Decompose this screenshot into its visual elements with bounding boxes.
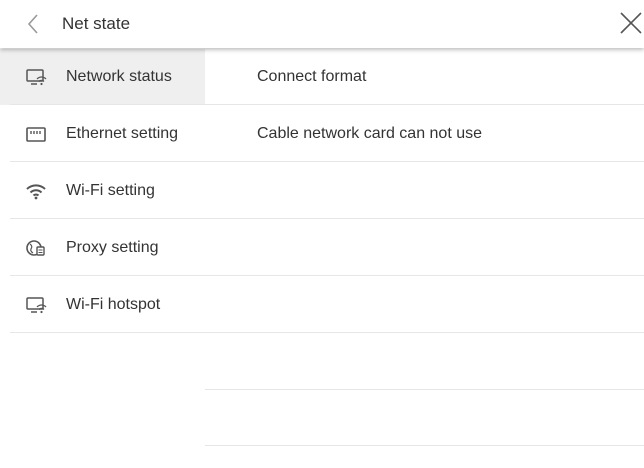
cable-network-status-text: Cable network card can not use bbox=[257, 125, 483, 142]
sidebar-item-label: Proxy setting bbox=[66, 239, 159, 256]
wifi-icon bbox=[26, 184, 46, 200]
status-content-list: Connect format Cable network card can no… bbox=[205, 49, 644, 468]
sidebar: Network status Ethernet setting Wi-Fi se… bbox=[0, 49, 205, 468]
sidebar-item-ethernet-setting[interactable]: Ethernet setting bbox=[0, 106, 205, 162]
globe-proxy-icon bbox=[26, 240, 45, 256]
list-item bbox=[205, 334, 644, 390]
sidebar-item-wifi-setting[interactable]: Wi-Fi setting bbox=[0, 163, 205, 219]
list-item bbox=[205, 277, 644, 333]
list-item bbox=[205, 390, 644, 446]
sidebar-item-label: Wi-Fi setting bbox=[66, 182, 155, 199]
list-item: Connect format bbox=[205, 49, 644, 105]
connect-format-text: Connect format bbox=[257, 68, 367, 85]
sidebar-item-wifi-hotspot[interactable]: Wi-Fi hotspot bbox=[0, 277, 205, 333]
header-bar: Net state bbox=[0, 0, 644, 48]
ethernet-port-icon bbox=[26, 127, 46, 142]
list-item bbox=[205, 163, 644, 219]
list-item: Cable network card can not use bbox=[205, 106, 644, 162]
sidebar-item-proxy-setting[interactable]: Proxy setting bbox=[0, 220, 205, 276]
close-icon[interactable] bbox=[618, 9, 644, 37]
back-chevron-icon[interactable] bbox=[22, 12, 46, 36]
sidebar-item-label: Ethernet setting bbox=[66, 125, 179, 142]
page-title: Net state bbox=[62, 14, 131, 33]
hotspot-icon bbox=[26, 297, 47, 314]
sidebar-item-label: Network status bbox=[66, 68, 172, 85]
sidebar-item-network-status[interactable]: Network status bbox=[0, 49, 205, 105]
list-item bbox=[205, 220, 644, 276]
monitor-wifi-icon bbox=[26, 69, 47, 86]
sidebar-item-label: Wi-Fi hotspot bbox=[66, 296, 161, 313]
